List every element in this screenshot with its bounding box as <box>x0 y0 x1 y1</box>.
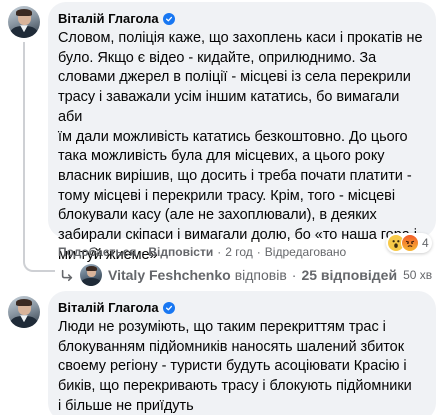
comment-bubble: Віталій Глагола Словом, поліція каже, що… <box>48 2 436 263</box>
reaction-count: 4 <box>422 236 429 250</box>
reactions-summary[interactable]: 4 <box>386 233 432 253</box>
author-name[interactable]: Віталій Глагола <box>58 300 159 315</box>
separator-dot: · <box>217 245 222 259</box>
reply-button[interactable]: Відповісти <box>148 245 213 259</box>
comment-line: блокуванням підйомників наносять шалений… <box>58 338 404 355</box>
comment-author[interactable]: Віталій Глагола <box>58 11 175 26</box>
comment-line: тому місцеві і перекрили трасу. Крім, то… <box>58 187 396 204</box>
comment-line: словами джерел в поліції - місцеві із се… <box>58 69 411 86</box>
verified-badge-icon <box>162 12 175 25</box>
verified-badge-icon <box>162 301 175 314</box>
angry-icon <box>401 234 419 252</box>
replied-word: відповів <box>234 267 287 283</box>
separator-dot: · <box>140 245 145 259</box>
view-replies-link[interactable]: Vitaly Feshchenko відповів · 25 відповід… <box>60 264 432 286</box>
comment-line: трасу і заважали усім іншим кататись, бо… <box>58 89 400 125</box>
comment-actions: Подобається · Відповісти · 2 год · Відре… <box>58 245 346 259</box>
separator-dot: · <box>256 245 261 259</box>
author-avatar[interactable] <box>8 6 40 38</box>
separator-dot: · <box>291 267 297 283</box>
replier-avatar <box>80 264 102 286</box>
comment-author[interactable]: Віталій Глагола <box>58 300 175 315</box>
comment-bubble: Віталій Глагола Люди не розуміють, що та… <box>48 291 436 415</box>
author-name[interactable]: Віталій Глагола <box>58 11 159 26</box>
replies-time: 50 хв <box>403 268 433 282</box>
comment-time[interactable]: 2 год <box>225 245 253 259</box>
comment-line: биків, що перекривають трасу і блокують … <box>58 378 412 395</box>
replier-name[interactable]: Vitaly Feshchenko <box>108 267 231 283</box>
thread-branch <box>23 248 55 272</box>
author-avatar[interactable] <box>8 296 40 328</box>
comment-text: Словом, поліція каже, що захоплень каси … <box>58 29 426 265</box>
comment-line: і більше не приїдуть <box>58 397 194 414</box>
comment-text: Люди не розуміють, що таким перекриттям … <box>58 318 426 415</box>
replies-count[interactable]: 25 відповідей <box>301 267 397 283</box>
comment-line: їм дали можливість кататись безкоштовно.… <box>58 128 408 145</box>
comment-line: власник вирішив, що досить і треба почат… <box>58 167 412 184</box>
comment-line: Словом, поліція каже, що захоплень каси … <box>58 30 423 46</box>
reply-arrow-icon <box>61 269 73 282</box>
edited-label: Відредаговано <box>264 245 347 259</box>
thread-line <box>23 42 25 256</box>
comment-line: блокували касу (але не захоплювали), в д… <box>58 207 377 224</box>
comment-line: своему регіону - туристи будуть асоціюва… <box>58 358 407 375</box>
comment-line: Люди не розуміють, що таким перекриттям … <box>58 319 386 335</box>
comment-line: забирали скіпаси і вимагали долю, бо «то… <box>58 227 417 244</box>
comment-line: було. Якщо є відео - кидайте, оприлюдним… <box>58 49 377 66</box>
like-button[interactable]: Подобається <box>58 245 136 259</box>
comment-line: така можливість була для місцевих, а цьо… <box>58 148 385 165</box>
